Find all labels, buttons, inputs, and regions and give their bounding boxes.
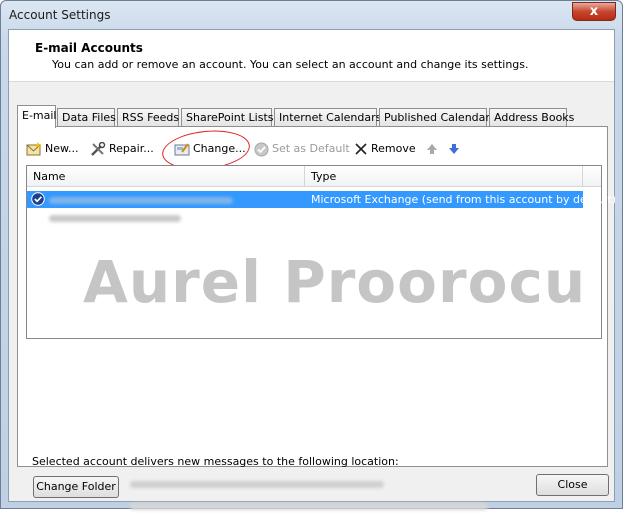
set-as-default-button[interactable]: Set as Default <box>254 138 350 160</box>
tab-sharepoint-lists[interactable]: SharePoint Lists <box>181 108 274 127</box>
set-as-default-label: Set as Default <box>272 142 350 155</box>
delivery-path-redacted <box>130 499 488 513</box>
account-name-redacted <box>49 209 181 226</box>
move-down-button[interactable] <box>448 138 460 160</box>
column-header-type[interactable]: Type <box>305 166 583 187</box>
delivery-location-text: Selected account delivers new messages t… <box>32 455 399 468</box>
new-label: New... <box>45 142 79 155</box>
window-close-button[interactable]: x <box>572 2 616 21</box>
tab-data-files[interactable]: Data Files <box>57 108 116 127</box>
new-account-button[interactable]: New... <box>26 138 78 160</box>
column-header-name[interactable]: Name <box>27 166 305 187</box>
remove-label: Remove <box>371 142 416 155</box>
close-label: Close <box>557 478 588 491</box>
tab-email[interactable]: E-mail <box>17 105 57 128</box>
tools-icon <box>91 141 106 156</box>
account-name-redacted <box>49 191 233 208</box>
account-row[interactable] <box>27 209 601 226</box>
check-circle-icon <box>254 142 269 156</box>
delivery-location-redacted <box>130 477 384 491</box>
tab-internet-calendars[interactable]: Internet Calendars <box>274 108 381 127</box>
new-mail-icon <box>26 142 41 156</box>
account-settings-window: Account Settings x E-mail Accounts You c… <box>0 0 623 510</box>
arrow-down-icon <box>449 144 459 154</box>
tab-address-books[interactable]: Address Books <box>489 108 574 127</box>
change-button[interactable]: Change... <box>174 138 246 160</box>
change-label: Change... <box>193 142 246 155</box>
close-button[interactable]: Close <box>536 474 609 496</box>
dialog-client: E-mail Accounts You can add or remove an… <box>8 29 616 510</box>
tab-published-calendars[interactable]: Published Calendars <box>379 108 496 127</box>
change-folder-button[interactable]: Change Folder <box>33 476 119 498</box>
accounts-list-header: Name Type <box>27 166 601 187</box>
move-up-button[interactable] <box>426 138 438 160</box>
remove-x-icon <box>355 143 367 155</box>
dialog-header: E-mail Accounts You can add or remove an… <box>9 30 614 82</box>
arrow-up-icon <box>427 144 437 154</box>
change-folder-label: Change Folder <box>36 480 116 493</box>
repair-label: Repair... <box>109 142 154 155</box>
window-title: Account Settings <box>9 8 111 22</box>
header-title: E-mail Accounts <box>35 41 143 55</box>
title-bar: Account Settings x <box>1 1 622 29</box>
account-type: Microsoft Exchange (send from this accou… <box>311 193 617 206</box>
tab-rss-feeds[interactable]: RSS Feeds <box>117 108 179 127</box>
repair-button[interactable]: Repair... <box>90 138 154 160</box>
remove-button[interactable]: Remove <box>354 138 416 160</box>
watermark-text: Aurel Proorocu <box>83 248 587 316</box>
change-account-icon <box>174 143 190 156</box>
header-subtitle: You can add or remove an account. You ca… <box>52 58 529 71</box>
account-row[interactable]: Microsoft Exchange (send from this accou… <box>27 191 616 208</box>
